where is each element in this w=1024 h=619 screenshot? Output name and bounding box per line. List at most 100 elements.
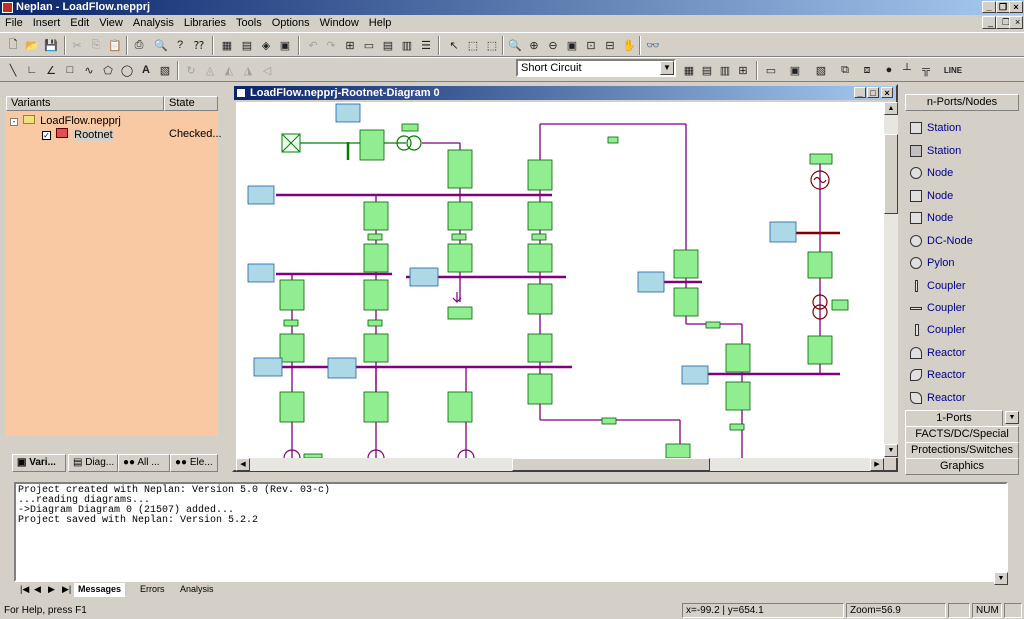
select-group-icon[interactable]: ⬚: [483, 36, 501, 54]
switch-icon[interactable]: ╦: [917, 61, 935, 79]
scroll-down-arrow-icon[interactable]: ▼: [884, 444, 898, 457]
connect-icon[interactable]: ⧉: [836, 61, 854, 79]
section-1-ports[interactable]: 1-Ports: [905, 410, 1003, 427]
copy-icon[interactable]: ⎘: [87, 36, 105, 54]
zoom-in-icon[interactable]: ⊕: [525, 36, 543, 54]
symbol-node-2[interactable]: Node: [907, 186, 953, 206]
draw-polyline-icon[interactable]: ∟: [23, 61, 41, 79]
scroll-right-arrow-icon[interactable]: ▶: [870, 458, 884, 471]
menu-tools[interactable]: Tools: [231, 15, 267, 31]
draw-angle-icon[interactable]: ∠: [42, 61, 60, 79]
last-tab-arrow-icon[interactable]: ▶|: [58, 583, 75, 597]
section-graphics[interactable]: Graphics: [905, 458, 1019, 475]
symbol-coupler-2[interactable]: Coupler: [907, 298, 966, 318]
draw-ellipse-icon[interactable]: ◯: [118, 61, 136, 79]
zoom-fit-icon[interactable]: ⊡: [582, 36, 600, 54]
flip-icon[interactable]: ◮: [239, 61, 257, 79]
messages-output[interactable]: Project created with Neplan: Version 5.0…: [14, 482, 1008, 582]
display-icon[interactable]: ▭: [360, 36, 378, 54]
next-tab-arrow-icon[interactable]: ▶: [44, 583, 59, 597]
save-icon[interactable]: 💾: [42, 36, 60, 54]
section-facts-dc-special[interactable]: FACTS/DC/Special: [905, 426, 1019, 443]
grid-icon[interactable]: ⊞: [341, 36, 359, 54]
draw-polygon-icon[interactable]: ⬠: [99, 61, 117, 79]
variants-column-header[interactable]: Variants: [6, 96, 164, 111]
calculator-icon[interactable]: ▦: [680, 61, 698, 79]
symbols-scroll-down-icon[interactable]: ▼: [1005, 411, 1019, 424]
symbol-node-1[interactable]: Node: [907, 163, 953, 183]
diagram-minimize-button[interactable]: _: [854, 87, 866, 98]
busbar-icon[interactable]: ┴: [898, 61, 916, 79]
menu-options[interactable]: Options: [267, 15, 315, 31]
tree-item-project[interactable]: - LoadFlow.nepprj: [10, 115, 121, 128]
cut-icon[interactable]: ✂: [68, 36, 86, 54]
symbol-station-1[interactable]: Station: [907, 118, 961, 138]
variant-icon[interactable]: ▦: [218, 36, 236, 54]
menu-analysis[interactable]: Analysis: [128, 15, 179, 31]
list-icon[interactable]: ☰: [417, 36, 435, 54]
element-icon[interactable]: ▧: [812, 61, 830, 79]
mirror-icon[interactable]: ◭: [220, 61, 238, 79]
context-help-icon[interactable]: ⁇: [190, 36, 208, 54]
print-preview-icon[interactable]: 🔍: [152, 36, 170, 54]
results-icon[interactable]: ▥: [398, 36, 416, 54]
undo-icon[interactable]: ↶: [304, 36, 322, 54]
diagram-canvas[interactable]: [236, 102, 884, 458]
diagram-maximize-button[interactable]: □: [867, 87, 879, 98]
doc-restore-button[interactable]: ❐: [996, 16, 1010, 29]
image-tool-icon[interactable]: ▧: [156, 61, 174, 79]
zoom-all-icon[interactable]: ⊟: [601, 36, 619, 54]
menu-file[interactable]: File: [0, 15, 28, 31]
print-icon[interactable]: ⎙: [130, 36, 148, 54]
symbol-reactor-3[interactable]: Reactor: [907, 388, 966, 408]
zoom-out-icon[interactable]: ⊖: [544, 36, 562, 54]
section-n-ports-nodes[interactable]: n-Ports/Nodes: [905, 94, 1019, 111]
scroll-up-arrow-icon[interactable]: ▲: [884, 102, 898, 115]
clipboard-icon[interactable]: ▣: [276, 36, 294, 54]
text-tool-icon[interactable]: A: [137, 61, 155, 79]
draw-rectangle-icon[interactable]: □: [61, 61, 79, 79]
doc-close-button[interactable]: ×: [1009, 16, 1023, 29]
find-binoculars-icon[interactable]: 👓: [644, 36, 662, 54]
vertical-scroll-thumb[interactable]: [884, 134, 898, 214]
symbol-coupler-1[interactable]: Coupler: [907, 276, 966, 296]
select-area-icon[interactable]: ⬚: [464, 36, 482, 54]
doc-minimize-button[interactable]: _: [982, 16, 996, 29]
tree-item-rootnet[interactable]: ✓ Rootnet: [42, 128, 114, 142]
tab-all[interactable]: ●● All ...: [118, 454, 170, 472]
rotate-icon[interactable]: ↻: [182, 61, 200, 79]
node-dot-icon[interactable]: ●: [880, 61, 898, 79]
tab-messages[interactable]: Messages: [74, 583, 126, 597]
help-icon[interactable]: ?: [171, 36, 189, 54]
checkbox-checked-icon[interactable]: ✓: [42, 131, 51, 140]
pan-hand-icon[interactable]: ✋: [620, 36, 638, 54]
table-icon[interactable]: ▤: [379, 36, 397, 54]
results-table-icon[interactable]: ▤: [698, 61, 716, 79]
minimize-button[interactable]: _: [982, 1, 996, 13]
state-column-header[interactable]: State: [164, 96, 218, 111]
monitor-icon[interactable]: ▭: [762, 61, 780, 79]
diagram-close-button[interactable]: ×: [881, 87, 893, 98]
symbol-node-3[interactable]: Node: [907, 208, 953, 228]
line-tool-button[interactable]: LINE: [940, 61, 966, 79]
symbol-dc-node[interactable]: DC-Node: [907, 231, 973, 251]
zoom-window-icon[interactable]: ▣: [563, 36, 581, 54]
grid-table-icon[interactable]: ⊞: [734, 61, 752, 79]
analysis-mode-select[interactable]: Short Circuit ▼: [516, 59, 676, 77]
prev-tab-arrow-icon[interactable]: ◀: [30, 583, 45, 597]
symbol-reactor-1[interactable]: Reactor: [907, 343, 966, 363]
menu-window[interactable]: Window: [315, 15, 364, 31]
menu-help[interactable]: Help: [364, 15, 397, 31]
rotate-left-icon[interactable]: ◬: [201, 61, 219, 79]
draw-line-icon[interactable]: ╲: [4, 61, 22, 79]
symbol-station-2[interactable]: Station: [907, 141, 961, 161]
tab-diagrams[interactable]: ▤ Diag...: [68, 454, 118, 472]
tab-elements[interactable]: ●● Ele...: [170, 454, 218, 472]
node-group-icon[interactable]: ⧈: [858, 61, 876, 79]
new-file-icon[interactable]: 🗋: [4, 36, 22, 54]
close-button[interactable]: ×: [1009, 1, 1023, 13]
maximize-button[interactable]: ❐: [996, 1, 1010, 13]
diagram-horizontal-scrollbar[interactable]: ◀ ▶: [236, 458, 884, 471]
tab-errors[interactable]: Errors: [136, 583, 169, 597]
properties-icon[interactable]: ▤: [238, 36, 256, 54]
